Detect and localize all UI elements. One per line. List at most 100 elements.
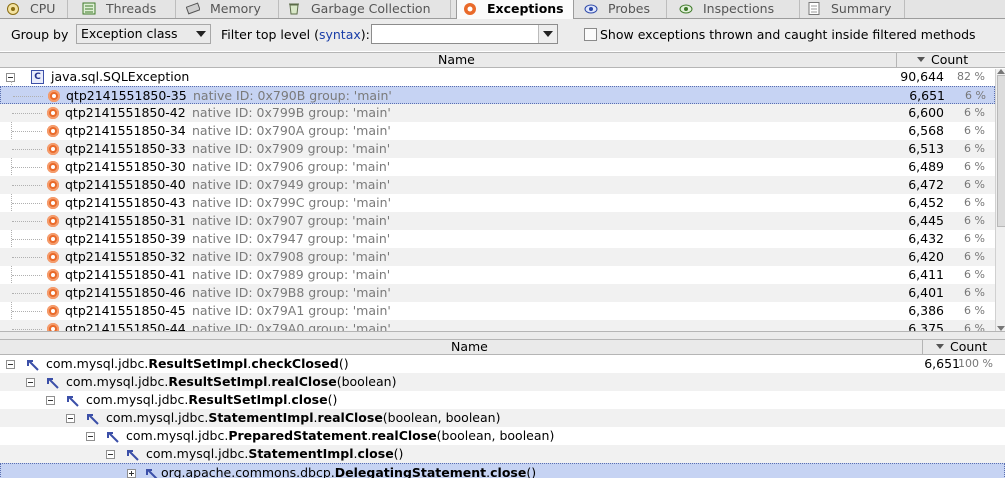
thread-name: qtp2141551850-45 — [65, 303, 186, 318]
exception-icon — [463, 2, 477, 15]
eye-icon — [679, 2, 693, 15]
thread-info: native ID: 0x79A0 group: 'main' — [192, 321, 391, 331]
exception-tree: C java.sql.SQLException 90,644 82 % qtp2… — [0, 68, 995, 331]
thread-row[interactable]: qtp2141551850-35 native ID: 0x790B group:… — [0, 86, 995, 104]
thread-row[interactable]: qtp2141551850-45 native ID: 0x79A1 group:… — [0, 302, 995, 320]
thread-exception-icon — [47, 125, 59, 137]
thread-name: qtp2141551850-34 — [65, 123, 186, 138]
call-tree-row[interactable]: com.mysql.jdbc.ResultSetImpl.checkClosed… — [0, 355, 1005, 373]
tab-exceptions[interactable]: Exceptions — [456, 0, 574, 19]
tab-garbage-collection[interactable]: Garbage Collection — [281, 0, 451, 18]
percent-value: 100 % — [958, 357, 993, 370]
tree-guide-line — [12, 203, 42, 204]
filter-input[interactable] — [371, 24, 558, 44]
call-tree-row[interactable]: com.mysql.jdbc.PreparedStatement.realClo… — [0, 427, 1005, 445]
collapse-toggle[interactable] — [86, 432, 95, 441]
method-call-icon — [26, 358, 40, 371]
call-tree-row[interactable]: com.mysql.jdbc.StatementImpl.realClose(b… — [0, 409, 1005, 427]
filter-label: Filter top level (syntax): — [221, 27, 370, 42]
thread-row[interactable]: qtp2141551850-31 native ID: 0x7907 group:… — [0, 212, 995, 230]
thread-row[interactable]: qtp2141551850-34 native ID: 0x790A group:… — [0, 122, 995, 140]
tab-bar: CPU Threads Memory Garbage Collection Ex… — [0, 0, 1005, 19]
chevron-down-icon — [196, 31, 206, 37]
column-header-name[interactable]: Name — [451, 340, 488, 354]
collapse-toggle[interactable] — [106, 450, 115, 459]
thread-info: native ID: 0x799C group: 'main' — [192, 195, 392, 210]
upper-table-header: Name Count — [0, 52, 1005, 68]
thread-row[interactable]: qtp2141551850-30 native ID: 0x7906 group:… — [0, 158, 995, 176]
count-value: 6,472 — [908, 177, 944, 192]
percent-value: 6 % — [964, 142, 985, 155]
tree-row-root[interactable]: C java.sql.SQLException 90,644 82 % — [0, 68, 995, 86]
column-divider[interactable] — [896, 53, 897, 68]
tab-summary[interactable]: Summary — [801, 0, 905, 18]
thread-row[interactable]: qtp2141551850-46 native ID: 0x79B8 group:… — [0, 284, 995, 302]
thread-info: native ID: 0x790B group: 'main' — [193, 88, 392, 103]
thread-row[interactable]: qtp2141551850-33 native ID: 0x7909 group:… — [0, 140, 995, 158]
thread-name: qtp2141551850-32 — [65, 249, 186, 264]
tree-guide-line — [13, 96, 43, 97]
tab-threads[interactable]: Threads — [76, 0, 176, 18]
syntax-link[interactable]: syntax — [319, 27, 361, 42]
tree-guide-line — [12, 113, 42, 114]
percent-value: 6 % — [964, 322, 985, 331]
thread-row[interactable]: qtp2141551850-41 native ID: 0x7989 group:… — [0, 266, 995, 284]
group-by-select[interactable]: Exception class — [76, 24, 211, 44]
thread-exception-icon — [47, 251, 59, 263]
method-signature: com.mysql.jdbc.StatementImpl.realClose(b… — [106, 410, 501, 425]
thread-row[interactable]: qtp2141551850-42 native ID: 0x799B group:… — [0, 104, 995, 122]
vertical-scrollbar[interactable] — [995, 69, 1005, 331]
percent-value: 6 % — [964, 304, 985, 317]
tab-memory[interactable]: Memory — [180, 0, 279, 18]
column-header-count[interactable]: Count — [917, 53, 968, 67]
tree-guide-line — [12, 275, 42, 276]
collapse-toggle[interactable] — [26, 378, 35, 387]
tab-inspections[interactable]: Inspections — [673, 0, 800, 18]
thread-row[interactable]: qtp2141551850-44 native ID: 0x79A0 group:… — [0, 320, 995, 331]
show-caught-checkbox[interactable] — [584, 28, 597, 41]
call-tree-row[interactable]: com.mysql.jdbc.ResultSetImpl.realClose(b… — [0, 373, 1005, 391]
column-header-name[interactable]: Name — [438, 53, 475, 67]
call-tree-row[interactable]: org.apache.commons.dbcp.DelegatingStatem… — [0, 463, 1005, 478]
call-tree-row[interactable]: com.mysql.jdbc.ResultSetImpl.close() — [0, 391, 1005, 409]
tree-guide-line — [12, 239, 42, 240]
thread-info: native ID: 0x7906 group: 'main' — [192, 159, 391, 174]
count-value: 90,644 — [900, 69, 944, 84]
column-header-count[interactable]: Count — [936, 340, 987, 354]
tree-guide-line — [12, 293, 42, 294]
collapse-toggle[interactable] — [46, 396, 55, 405]
percent-value: 6 % — [964, 232, 985, 245]
thread-row[interactable]: qtp2141551850-32 native ID: 0x7908 group:… — [0, 248, 995, 266]
lower-table-header: Name Count — [0, 339, 1005, 355]
thread-exception-icon — [47, 323, 59, 331]
scrollbar-thumb[interactable] — [997, 75, 1005, 227]
thread-exception-icon — [47, 287, 59, 299]
thread-row[interactable]: qtp2141551850-39 native ID: 0x7947 group:… — [0, 230, 995, 248]
thread-name: qtp2141551850-33 — [65, 141, 186, 156]
sort-descending-icon — [936, 344, 944, 349]
document-icon — [807, 2, 821, 15]
scroll-up-icon[interactable] — [997, 69, 1005, 74]
collapse-toggle[interactable] — [6, 360, 15, 369]
thread-row[interactable]: qtp2141551850-43 native ID: 0x799C group:… — [0, 194, 995, 212]
method-signature: com.mysql.jdbc.StatementImpl.close() — [146, 446, 404, 461]
method-call-icon — [126, 448, 140, 461]
tab-cpu[interactable]: CPU — [0, 0, 68, 18]
percent-value: 6 % — [964, 250, 985, 263]
method-signature: com.mysql.jdbc.PreparedStatement.realClo… — [126, 428, 555, 443]
column-divider[interactable] — [922, 340, 923, 355]
thread-info: native ID: 0x799B group: 'main' — [192, 105, 391, 120]
thread-exception-icon — [47, 161, 59, 173]
thread-row[interactable]: qtp2141551850-40 native ID: 0x7949 group:… — [0, 176, 995, 194]
call-tree-row[interactable]: com.mysql.jdbc.StatementImpl.close() — [0, 445, 1005, 463]
percent-value: 82 % — [957, 70, 985, 83]
thread-exception-icon — [47, 107, 59, 119]
stack-trace-tree: com.mysql.jdbc.ResultSetImpl.checkClosed… — [0, 355, 1005, 478]
split-pane-divider[interactable] — [0, 331, 1005, 339]
collapse-toggle[interactable] — [66, 414, 75, 423]
count-value: 6,420 — [908, 249, 944, 264]
filter-dropdown-button[interactable] — [538, 25, 557, 43]
method-signature: com.mysql.jdbc.ResultSetImpl.close() — [86, 392, 338, 407]
expand-toggle[interactable] — [127, 469, 136, 478]
tab-probes[interactable]: Probes — [578, 0, 667, 18]
